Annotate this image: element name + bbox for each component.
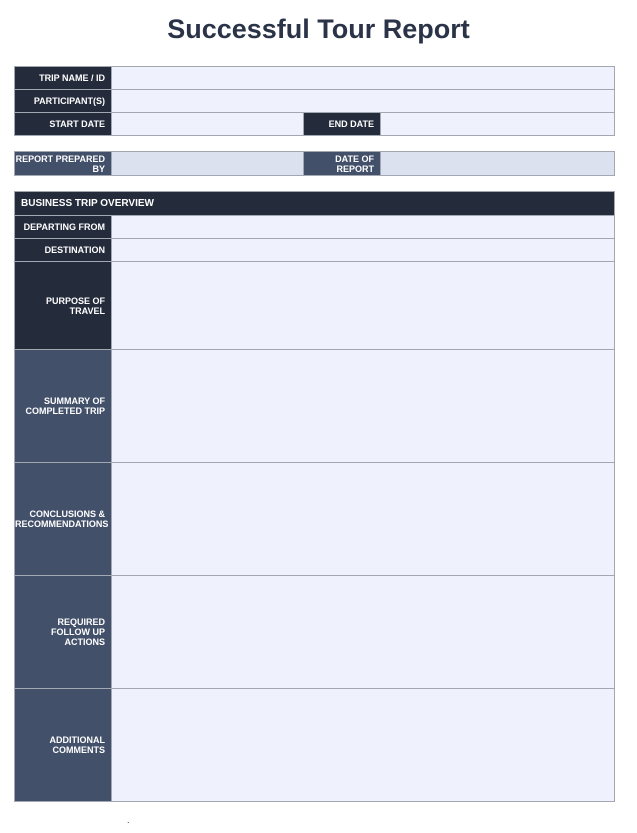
footer-mark: . [127,815,130,825]
report-prepared-by-label: REPORT PREPARED BY [14,151,112,176]
end-date-label: END DATE [303,112,381,136]
trip-name-label: TRIP NAME / ID [14,66,112,90]
comments-label: ADDITIONAL COMMENTS [14,688,112,802]
report-prepared-by-field[interactable] [111,151,304,176]
overview-table: BUSINESS TRIP OVERVIEW DEPARTING FROM DE… [14,191,615,802]
report-prepared-table: REPORT PREPARED BY DATE OF REPORT [14,151,615,176]
participants-field[interactable] [111,89,615,113]
purpose-field[interactable] [111,261,615,350]
start-date-field[interactable] [111,112,304,136]
conclusions-label: CONCLUSIONS & RECOMMENDATIONS [14,462,112,576]
trip-info-table: TRIP NAME / ID PARTICIPANT(S) START DATE… [14,66,615,136]
departing-from-label: DEPARTING FROM [14,215,112,239]
end-date-field[interactable] [380,112,615,136]
departing-from-field[interactable] [111,215,615,239]
page-title: Successful Tour Report [167,14,470,44]
date-of-report-field[interactable] [380,151,615,176]
purpose-label: PURPOSE OF TRAVEL [14,261,112,350]
comments-field[interactable] [111,688,615,802]
start-date-label: START DATE [14,112,112,136]
trip-name-field[interactable] [111,66,615,90]
conclusions-field[interactable] [111,462,615,576]
date-of-report-label: DATE OF REPORT [303,151,381,176]
follow-up-field[interactable] [111,575,615,689]
summary-label: SUMMARY OF COMPLETED TRIP [14,349,112,463]
destination-label: DESTINATION [14,238,112,262]
destination-field[interactable] [111,238,615,262]
participants-label: PARTICIPANT(S) [14,89,112,113]
follow-up-label: REQUIRED FOLLOW UP ACTIONS [14,575,112,689]
summary-field[interactable] [111,349,615,463]
overview-header: BUSINESS TRIP OVERVIEW [14,191,615,216]
